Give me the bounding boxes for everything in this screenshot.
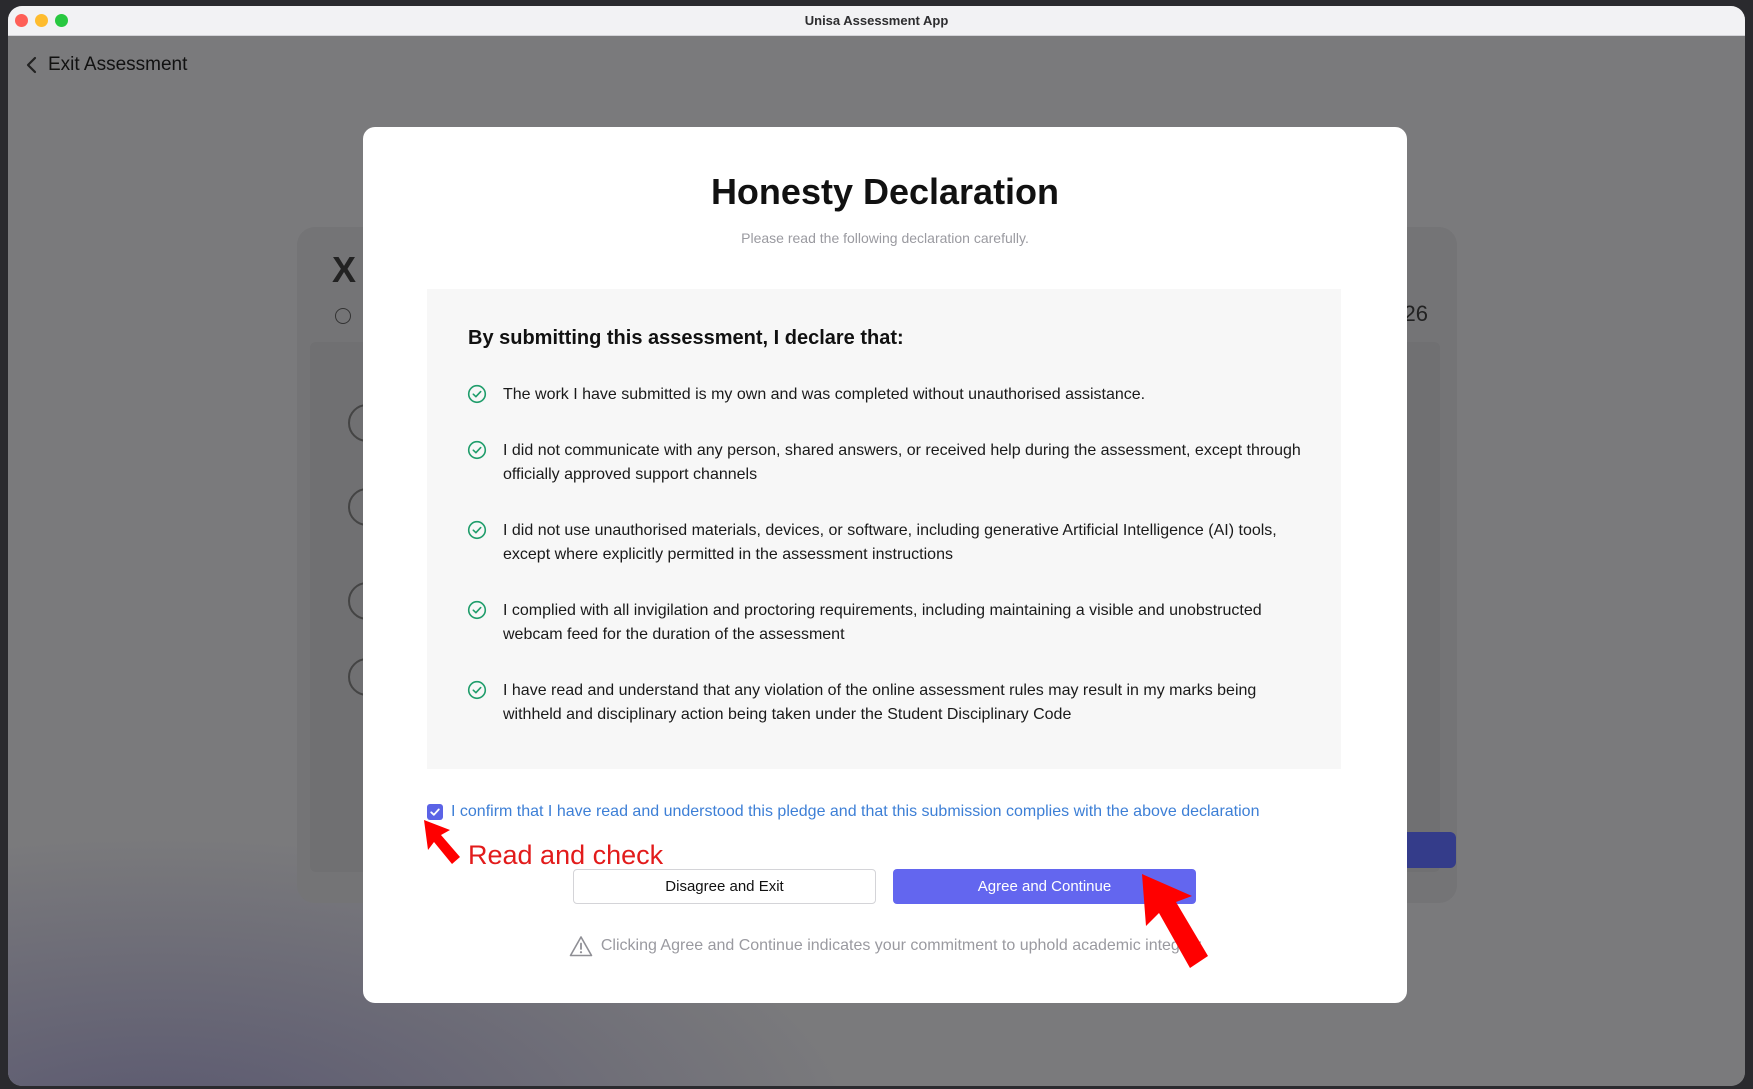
title-bar: Unisa Assessment App [8,6,1745,36]
declaration-item: I did not use unauthorised materials, de… [467,519,1307,567]
modal-subtitle: Please read the following declaration ca… [741,230,1029,246]
check-circle-icon [467,520,487,540]
declaration-text: The work I have submitted is my own and … [503,386,1146,403]
background-heading: X [332,249,357,290]
confirm-label[interactable]: I confirm that I have read and understoo… [451,803,1259,821]
declaration-heading: By submitting this assessment, I declare… [468,327,904,349]
app-window: Unisa Assessment App Exit Assessment X 0… [8,6,1745,1086]
integrity-notice-text: Clicking Agree and Continue indicates yo… [600,937,1202,954]
maximize-window-button[interactable] [55,14,68,27]
check-circle-icon [467,384,487,404]
close-window-button[interactable] [15,14,28,27]
arrow-annotation-icon [1142,874,1208,968]
declaration-item: I did not communicate with any person, s… [467,439,1307,487]
declaration-text: I have read and understand that any viol… [503,682,1257,723]
declaration-item: I have read and understand that any viol… [467,679,1307,727]
declaration-item: The work I have submitted is my own and … [467,383,1307,407]
confirm-checkbox-row[interactable]: I confirm that I have read and understoo… [427,803,1259,821]
arrow-annotation-icon [424,820,460,864]
declaration-text: I did not use unauthorised materials, de… [503,522,1277,563]
chevron-left-icon [26,56,37,74]
disagree-and-exit-button[interactable]: Disagree and Exit [573,869,876,904]
check-circle-icon [467,600,487,620]
declaration-list: The work I have submitted is my own and … [467,383,1307,759]
clock-icon [335,308,351,324]
checkmark-icon [430,808,440,816]
declaration-box: By submitting this assessment, I declare… [427,289,1341,769]
check-circle-icon [467,440,487,460]
exit-assessment-label: Exit Assessment [48,54,188,75]
exit-assessment-link[interactable]: Exit Assessment [24,54,187,76]
warning-triangle-icon [569,936,593,957]
integrity-notice: Clicking Agree and Continue indicates yo… [363,935,1407,957]
minimize-window-button[interactable] [35,14,48,27]
honesty-declaration-modal: Honesty Declaration Please read the foll… [363,127,1407,1003]
check-circle-icon [467,680,487,700]
declaration-text: I did not communicate with any person, s… [503,442,1301,483]
declaration-text: I complied with all invigilation and pro… [503,602,1262,643]
background-submit-button [1401,832,1456,868]
modal-title: Honesty Declaration [710,171,1060,212]
declaration-item: I complied with all invigilation and pro… [467,599,1307,647]
window-title: Unisa Assessment App [804,13,949,28]
annotation-label: Read and check [468,840,664,870]
